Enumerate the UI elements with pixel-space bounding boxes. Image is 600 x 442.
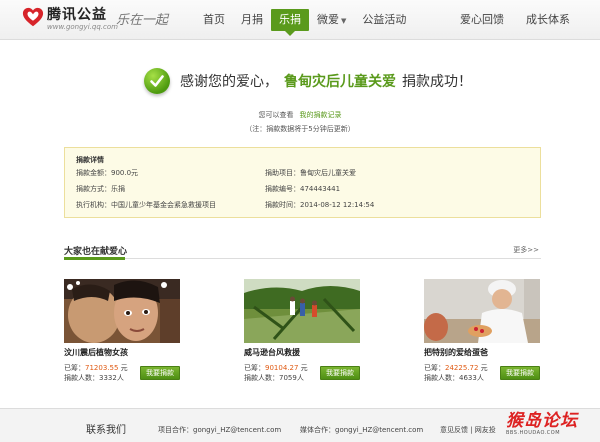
detail-method: 捐款方式：乐捐 (76, 185, 125, 193)
nav-home[interactable]: 首页 (195, 0, 233, 40)
watermark-sub: BBS.HOUDAO.COM (506, 430, 561, 436)
media-coop[interactable]: 媒体合作：gongyi_HZ@tencent.com (300, 425, 423, 435)
raised-unit: 元 (120, 364, 128, 372)
donors-count: 3332人 (99, 374, 124, 382)
success-suffix: 捐款成功！ (402, 74, 472, 90)
raised-amount: 90104.27 (265, 364, 299, 372)
raised-amount: 24225.72 (445, 364, 479, 372)
contact-title: 联系我们 (86, 425, 126, 436)
success-prefix: 感谢您的爱心， (180, 74, 278, 90)
watermark: 猴岛论坛 BBS.HOUDAO.COM (506, 412, 594, 438)
project-coop[interactable]: 项目合作：gongyi_HZ@tencent.com (158, 425, 281, 435)
success-message: 感谢您的爱心， 鲁甸灾后儿童关爱 捐款成功！ (144, 68, 472, 94)
project-image-typhoon[interactable] (244, 279, 360, 343)
nav-love-feedback[interactable]: 爱心回馈 (456, 0, 508, 40)
heart-logo-icon (22, 7, 44, 27)
card-title[interactable]: 汶川震后植物女孩 (64, 347, 180, 358)
feedback-link[interactable]: 意见反馈 | 网友投 (440, 425, 496, 435)
raised-label: 已筹： (424, 364, 445, 372)
project-card[interactable]: 把特别的爱给蛋爸 已筹：24225.72 元 捐款人数：4633人 我要捐款 (424, 279, 540, 385)
brand-slogan: 乐在一起 (116, 13, 169, 28)
chevron-down-icon: ▼ (341, 17, 347, 25)
record-link[interactable]: 我的捐款记录 (300, 111, 342, 119)
donate-button[interactable]: 我要捐款 (500, 366, 540, 380)
brand-logo[interactable]: 腾讯公益 www.gongyi.qq.com (22, 7, 118, 32)
raised-label: 已筹： (244, 364, 265, 372)
more-link[interactable]: 更多>> (513, 245, 539, 255)
donate-button[interactable]: 我要捐款 (320, 366, 360, 380)
detail-amount: 捐款金额：900.0元 (76, 169, 139, 177)
update-note: （注：捐款数据将于5分钟后更新） (245, 125, 355, 133)
nav-activities[interactable]: 公益活动 (354, 0, 414, 40)
raised-unit: 元 (300, 364, 308, 372)
divider (64, 258, 541, 259)
nav-lejuan[interactable]: 乐捐 (271, 9, 309, 36)
title-underline (64, 257, 125, 260)
success-project: 鲁甸灾后儿童关爱 (284, 74, 396, 90)
others-title: 大家也在献爱心 (64, 247, 128, 257)
nav-right: 爱心回馈 成长体系 (456, 0, 574, 40)
main-nav: 首页 月捐 乐捐 微爱 ▼ 公益活动 (195, 0, 414, 40)
project-image-girl[interactable] (64, 279, 180, 343)
nav-weiai[interactable]: 微爱 ▼ (309, 0, 354, 40)
watermark-main: 猴岛论坛 (506, 411, 578, 431)
brand-url: www.gongyi.qq.com (47, 23, 118, 31)
donors-count: 7059人 (279, 374, 304, 382)
donation-detail-box: 捐款详情 捐款金额：900.0元 捐助项目：鲁甸灾后儿童关爱 捐款方式：乐捐 捐… (64, 147, 541, 218)
donors-count: 4633人 (459, 374, 484, 382)
detail-number: 捐款编号：474443441 (265, 185, 341, 193)
detail-project: 捐助项目：鲁甸灾后儿童关爱 (265, 169, 356, 177)
raised-amount: 71203.55 (85, 364, 119, 372)
project-card[interactable]: 汶川震后植物女孩 已筹：71203.55 元 捐款人数：3332人 我要捐款 (64, 279, 180, 385)
record-prefix: 您可以查看 (258, 111, 294, 119)
record-line: 您可以查看 我的捐款记录 (0, 110, 600, 120)
detail-org: 执行机构：中国儿童少年基金会紧急救援项目 (76, 201, 216, 209)
check-circle-icon (144, 68, 170, 94)
donors-label: 捐款人数： (244, 374, 279, 382)
nav-growth[interactable]: 成长体系 (522, 0, 574, 40)
project-image-baker[interactable] (424, 279, 540, 343)
card-stats: 已筹：71203.55 元 捐款人数：3332人 我要捐款 (64, 363, 180, 385)
card-stats: 已筹：24225.72 元 捐款人数：4633人 我要捐款 (424, 363, 540, 385)
card-title[interactable]: 威马逊台风救援 (244, 347, 360, 358)
raised-unit: 元 (480, 364, 488, 372)
top-header: 腾讯公益 www.gongyi.qq.com 乐在一起 首页 月捐 乐捐 微爱 ▼… (0, 0, 600, 40)
nav-monthly[interactable]: 月捐 (233, 0, 271, 40)
detail-title: 捐款详情 (76, 156, 104, 164)
donate-button[interactable]: 我要捐款 (140, 366, 180, 380)
donors-label: 捐款人数： (64, 374, 99, 382)
card-stats: 已筹：90104.27 元 捐款人数：7059人 我要捐款 (244, 363, 360, 385)
project-card[interactable]: 威马逊台风救援 已筹：90104.27 元 捐款人数：7059人 我要捐款 (244, 279, 360, 385)
card-title[interactable]: 把特别的爱给蛋爸 (424, 347, 540, 358)
donors-label: 捐款人数： (424, 374, 459, 382)
detail-time: 捐款时间：2014-08-12 12:14:54 (265, 201, 375, 209)
brand-name: 腾讯公益 (47, 7, 107, 23)
nav-weiai-label: 微爱 (317, 13, 339, 26)
success-text: 感谢您的爱心， 鲁甸灾后儿童关爱 捐款成功！ (180, 71, 472, 91)
raised-label: 已筹： (64, 364, 85, 372)
